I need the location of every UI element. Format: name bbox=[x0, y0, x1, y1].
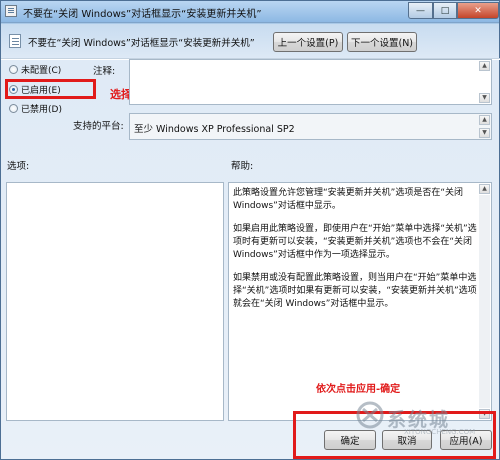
scroll-down-arrow-icon[interactable]: ▼ bbox=[479, 93, 490, 103]
radio-button-icon[interactable] bbox=[9, 103, 18, 113]
help-scrollbar[interactable] bbox=[479, 195, 490, 408]
help-paragraph: 此策略设置允许您管理“安装更新并关机”选项是否在“关闭 Windows”对话框中… bbox=[233, 188, 463, 211]
platform-value: 至少 Windows XP Professional SP2 bbox=[134, 124, 295, 135]
policy-dialog-window: 不要在“关闭 Windows”对话框显示“安装更新并关机” — □ ✕ 不要在“… bbox=[0, 0, 500, 460]
window-icon bbox=[5, 5, 17, 17]
help-paragraph: 如果启用此策略设置，即使用户在“开始”菜单中选择“关机”选项时有更新可以安装，“… bbox=[233, 224, 477, 260]
radio-disabled[interactable]: 已禁用(D) bbox=[9, 101, 62, 115]
title-bar[interactable]: 不要在“关闭 Windows”对话框显示“安装更新并关机” — □ ✕ bbox=[1, 1, 499, 23]
options-label: 选项: bbox=[7, 161, 30, 172]
close-button[interactable]: ✕ bbox=[457, 2, 499, 19]
setting-header: 不要在“关闭 Windows”对话框显示“安装更新并关机” bbox=[6, 31, 496, 55]
radio-button-icon[interactable] bbox=[9, 64, 18, 74]
help-label: 帮助: bbox=[231, 161, 254, 172]
comment-label: 注释: bbox=[93, 66, 116, 77]
annotation-apply-hint: 依次点击应用-确定 bbox=[316, 384, 401, 395]
radio-disabled-label: 已禁用(D) bbox=[21, 104, 62, 115]
previous-setting-button[interactable]: 上一个设置(P) bbox=[273, 32, 343, 52]
apply-button[interactable]: 应用(A) bbox=[440, 430, 492, 450]
scroll-up-arrow-icon[interactable]: ▲ bbox=[479, 184, 490, 194]
next-setting-button[interactable]: 下一个设置(N) bbox=[347, 32, 417, 52]
scroll-up-arrow-icon[interactable]: ▲ bbox=[479, 61, 490, 71]
platform-field: 至少 Windows XP Professional SP2 ▲ ▼ bbox=[129, 113, 492, 140]
cancel-button[interactable]: 取消 bbox=[382, 430, 432, 450]
scroll-up-arrow-icon[interactable]: ▲ bbox=[479, 115, 490, 125]
scroll-down-arrow-icon[interactable]: ▼ bbox=[479, 128, 490, 138]
help-paragraph: 如果禁用或没有配置此策略设置，则当用户在“开始”菜单中选择“关机”选项时如果有更… bbox=[233, 273, 477, 309]
radio-not-configured-label: 未配置(C) bbox=[21, 65, 62, 76]
options-pane bbox=[6, 182, 224, 421]
policy-document-icon bbox=[9, 34, 21, 48]
window-title: 不要在“关闭 Windows”对话框显示“安装更新并关机” bbox=[23, 9, 262, 20]
annotation-highlight-enabled bbox=[5, 79, 96, 99]
platform-label: 支持的平台: bbox=[73, 121, 124, 132]
maximize-button[interactable]: □ bbox=[433, 2, 457, 19]
ok-button[interactable]: 确定 bbox=[324, 430, 376, 450]
minimize-button[interactable]: — bbox=[408, 2, 433, 19]
radio-not-configured[interactable]: 未配置(C) bbox=[9, 62, 61, 76]
setting-title: 不要在“关闭 Windows”对话框显示“安装更新并关机” bbox=[28, 38, 255, 49]
comment-textarea[interactable]: ▲ ▼ bbox=[129, 59, 492, 105]
